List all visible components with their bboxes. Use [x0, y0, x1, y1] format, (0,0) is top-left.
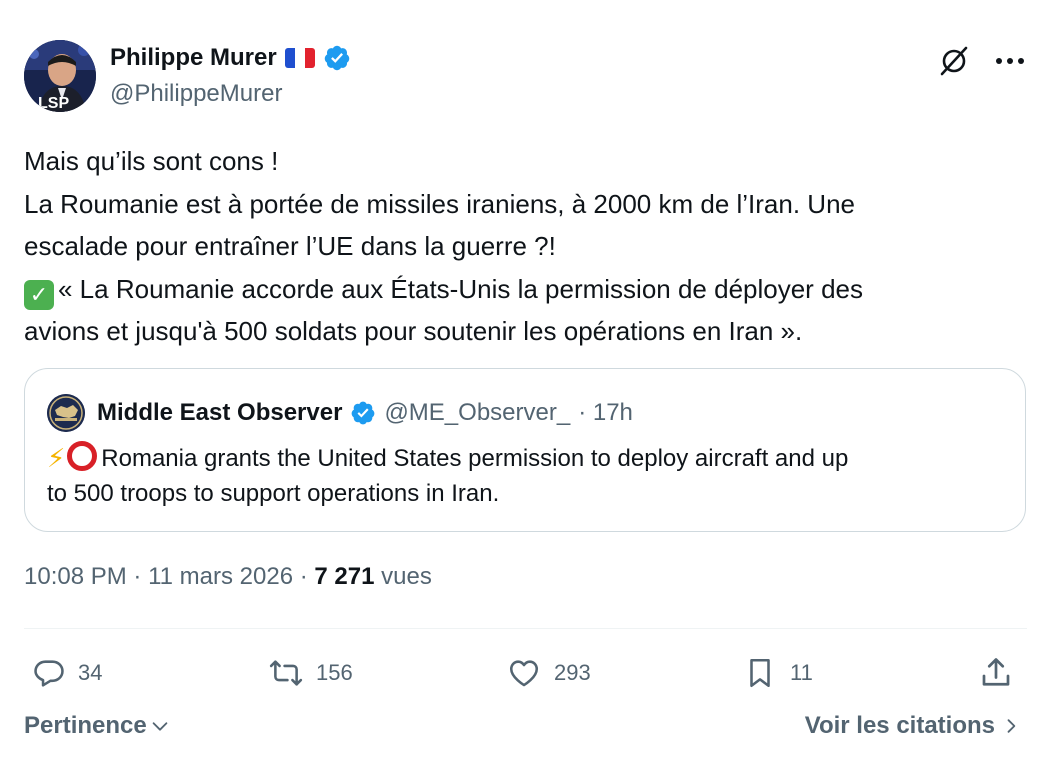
quote-author-avatar [47, 394, 85, 432]
quote-author-handle: @ME_Observer_ [384, 399, 571, 426]
tweet-meta: 10:08 PM · 11 mars 2026 · 7 271 vues [24, 563, 432, 591]
like-count: 293 [554, 660, 591, 685]
author-info: Philippe Murer @PhilippeMurer [110, 44, 351, 108]
share-icon [982, 658, 1010, 686]
tweet-date[interactable]: 11 mars 2026 [148, 563, 293, 590]
quote-time: · 17h [578, 399, 633, 426]
tweet-line: Mais qu’ils sont cons ! [24, 146, 279, 176]
tweet-text: Mais qu’ils sont cons ! La Roumanie est … [24, 140, 1029, 353]
chevron-down-icon [152, 722, 168, 731]
view-count: 7 271 [314, 563, 375, 590]
sort-dropdown[interactable]: Pertinence [24, 712, 171, 740]
sort-label: Pertinence [24, 712, 147, 739]
bookmark-icon [750, 658, 770, 688]
reply-count: 34 [78, 660, 103, 685]
divider [24, 628, 1027, 629]
tweet-line: escalade pour entraîner l’UE dans la gue… [24, 231, 556, 261]
tweet-header: LSP Philippe Murer @PhilippeMurer [24, 38, 1027, 114]
repost-icon [269, 660, 303, 686]
lightning-icon: ⚡ [47, 443, 66, 473]
author-name[interactable]: Philippe Murer [110, 44, 277, 72]
chevron-right-icon [1007, 719, 1016, 733]
grok-icon[interactable] [937, 44, 971, 78]
french-flag-icon [284, 48, 315, 68]
reply-icon [34, 660, 64, 687]
quote-text: ⚡ Romania grants the United States permis… [47, 441, 1007, 511]
more-options-icon[interactable] [993, 44, 1027, 78]
action-bar: 34 156 293 11 [24, 648, 1027, 698]
bookmark-button[interactable]: 11 [742, 648, 813, 698]
reply-button[interactable]: 34 [32, 648, 102, 698]
repost-button[interactable]: 156 [268, 648, 353, 698]
meta-separator: · [133, 563, 142, 590]
verified-badge-icon [324, 45, 349, 71]
replies-footer: Pertinence Voir les citations [24, 710, 1027, 746]
tweet-time[interactable]: 10:08 PM [24, 563, 127, 590]
view-quotes-label: Voir les citations [804, 712, 995, 739]
like-button[interactable]: 293 [506, 648, 591, 698]
bookmark-count: 11 [790, 660, 813, 685]
verified-badge-icon [352, 401, 375, 425]
views-label: vues [381, 563, 432, 590]
quote-author-name: Middle East Observer [97, 399, 343, 426]
quoted-tweet[interactable]: Middle East Observer @ME_Observer_ · 17h… [24, 368, 1026, 532]
quote-line: to 500 troops to support operations in I… [47, 480, 500, 507]
svg-text:LSP: LSP [38, 95, 69, 112]
tweet-line-with-check: ✓ « La Roumanie accorde aux États-Unis la… [24, 268, 1029, 311]
red-circle-icon [67, 441, 98, 471]
tweet-line: « La Roumanie accorde aux États-Unis la … [58, 273, 863, 304]
share-button[interactable] [978, 648, 1014, 698]
author-handle[interactable]: @PhilippeMurer [110, 80, 351, 108]
meta-separator: · [299, 563, 308, 590]
tweet-line: La Roumanie est à portée de missiles ira… [24, 188, 855, 219]
check-mark-icon: ✓ [24, 279, 54, 310]
tweet-line: avions et jusqu'à 500 soldats pour soute… [24, 316, 803, 346]
repost-count: 156 [316, 660, 353, 685]
view-quotes-link[interactable]: Voir les citations [805, 712, 1021, 740]
author-avatar[interactable]: LSP [24, 40, 96, 112]
quote-line: Romania grants the United States permiss… [101, 445, 849, 472]
heart-icon [509, 660, 539, 687]
